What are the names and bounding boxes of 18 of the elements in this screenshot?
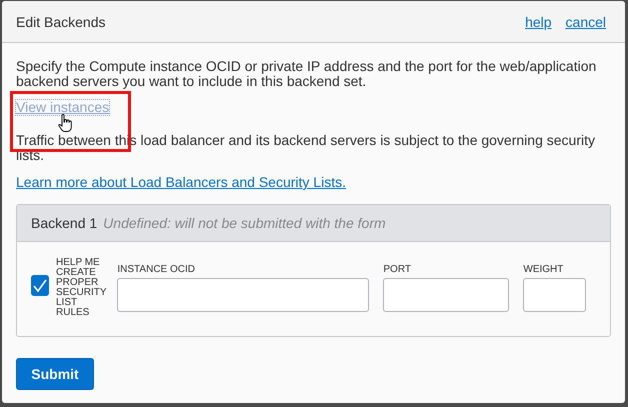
header-link[interactable]: cancel — [566, 14, 606, 30]
input-field[interactable] — [117, 278, 370, 312]
intro-text: Specify the Compute instance OCID or private IP address and the port for the web/application backend servers you want to include in this backend set. — [16, 59, 598, 89]
dialog-title: Edit Backends — [16, 14, 106, 30]
field-label: INSTANCE OCID — [117, 264, 196, 275]
backend-status: Undefined: will not be submitted with the form — [103, 215, 386, 231]
checkbox-label: HELP ME CREATE PROPER SECURITY LIST RULES — [56, 258, 106, 318]
backend-title: Backend 1 — [31, 215, 98, 231]
header-link[interactable]: help — [525, 14, 552, 30]
learn-more-link[interactable]: Learn more about Load Balancers and Security Lists. — [16, 174, 346, 190]
input-field[interactable] — [523, 278, 586, 312]
input-field[interactable] — [383, 278, 510, 312]
hand-cursor-icon — [58, 114, 72, 132]
view-instances-link[interactable]: View instances — [16, 100, 110, 115]
field-label: WEIGHT — [523, 264, 564, 275]
submit-button[interactable]: Submit — [16, 358, 94, 390]
checkbox[interactable] — [31, 275, 49, 296]
field-label: PORT — [383, 264, 412, 275]
